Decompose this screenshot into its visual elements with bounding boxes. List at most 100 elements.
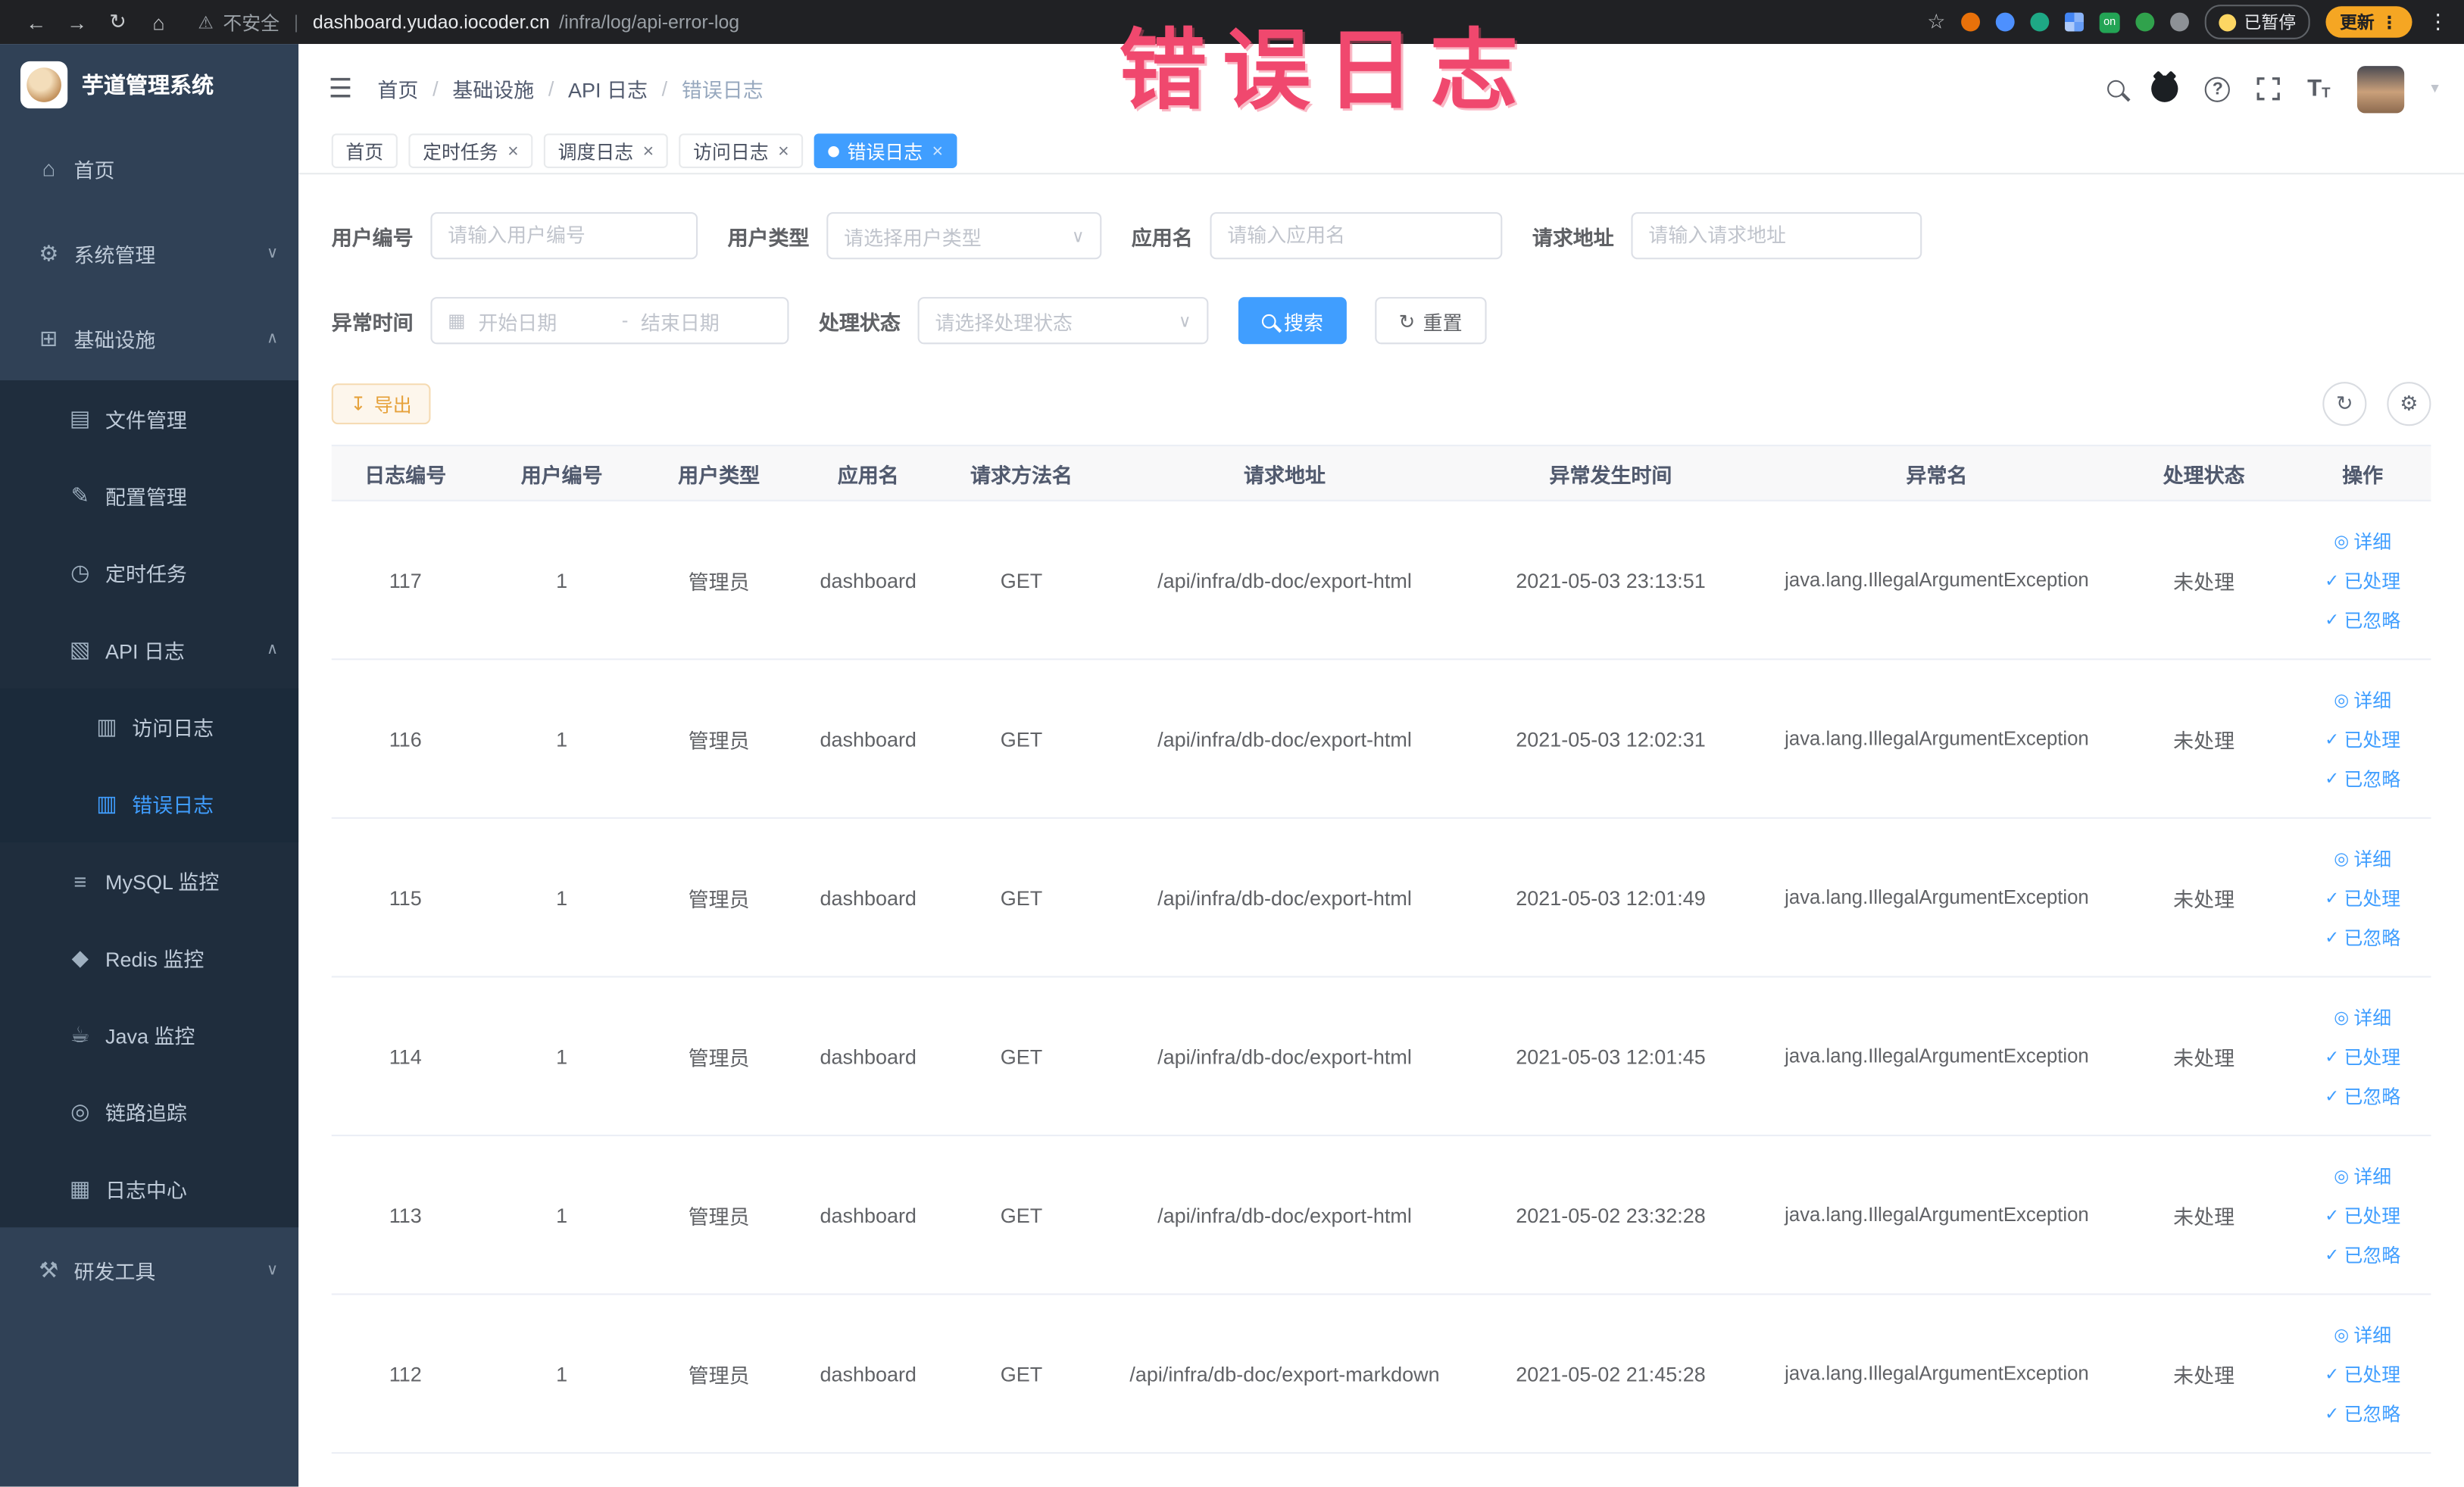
process-status-label: 处理状态 (818, 310, 901, 334)
request-url-input[interactable] (1631, 212, 1922, 260)
extension-paw-icon[interactable] (2170, 12, 2189, 32)
extension-on-icon[interactable]: on (2099, 11, 2120, 33)
tab-close-icon[interactable]: × (778, 140, 789, 162)
sidebar-item-infrastructure[interactable]: ⊞ 基础设施 ∧ (0, 295, 298, 380)
user-type-cell: 管理员 (688, 887, 750, 911)
address-bar[interactable]: ⚠ 不安全 | dashboard.yudao.iocoder.cn/infra… (198, 8, 739, 35)
page-tab[interactable]: 定时任务 × (408, 133, 533, 168)
sidebar-collapse-icon[interactable]: ☰ (329, 73, 353, 104)
sidebar-item-file-mgmt[interactable]: ▤ 文件管理 (0, 380, 298, 458)
sidebar-item-access-log[interactable]: ▥ 访问日志 (0, 689, 298, 766)
browser-menu-icon[interactable]: ⋮ (2428, 9, 2448, 34)
page-tab[interactable]: 调度日志 × (543, 133, 668, 168)
mark-ignored-link[interactable]: ✓ 已忽略 (2325, 923, 2400, 950)
eye-icon: ◎ (2334, 690, 2350, 710)
mark-processed-link[interactable]: ✓ 已处理 (2325, 1201, 2400, 1228)
exception-time-cell: 2021-05-03 12:02:31 (1516, 726, 1706, 751)
mark-ignored-link[interactable]: ✓ 已忽略 (2325, 1399, 2400, 1426)
table-toolbar: ↧ 导出 ↻ ⚙ (331, 382, 2431, 426)
database-icon: ≡ (73, 868, 87, 894)
sidebar-item-api-logs[interactable]: ▧ API 日志 ∧ (0, 611, 298, 689)
detail-link[interactable]: ◎ 详细 (2334, 1162, 2391, 1189)
column-settings-button[interactable]: ⚙ (2387, 382, 2431, 426)
sidebar-item-cron-jobs[interactable]: ◷ 定时任务 (0, 534, 298, 611)
detail-link[interactable]: ◎ 详细 (2334, 1004, 2391, 1030)
sidebar-item-dev-tools[interactable]: ⚒ 研发工具 ∨ (0, 1227, 298, 1312)
extension-icon[interactable] (2030, 12, 2050, 32)
app-name-input[interactable] (1210, 212, 1503, 260)
fullscreen-icon[interactable] (2257, 77, 2281, 101)
check-icon: ✓ (2325, 1047, 2340, 1067)
eye-icon: ◎ (2334, 1325, 2350, 1345)
app-name-label: 应用名 (1131, 225, 1193, 249)
mark-processed-link[interactable]: ✓ 已处理 (2325, 567, 2400, 593)
breadcrumb-item[interactable]: 基础设施 (452, 74, 534, 104)
process-status-select[interactable]: 请选择处理状态 ∨ (917, 297, 1209, 345)
extension-grid-icon[interactable] (2065, 12, 2084, 32)
mark-processed-link[interactable]: ✓ 已处理 (2325, 1043, 2400, 1070)
error-log-table: 日志编号 用户编号 用户类型 应用名 请求方法名 请求地址 异常发生时间 异常名… (331, 445, 2431, 1454)
font-size-icon[interactable]: TT (2307, 77, 2330, 101)
search-icon[interactable] (2107, 80, 2125, 98)
sidebar-item-mysql-monitor[interactable]: ≡ MySQL 监控 (0, 842, 298, 920)
extension-icon[interactable] (1995, 12, 2015, 32)
sidebar-item-error-log[interactable]: ▥ 错误日志 (0, 765, 298, 842)
breadcrumb-item[interactable]: 首页 (377, 74, 418, 104)
exception-time-label: 异常时间 (331, 310, 414, 334)
method-cell: GET (1000, 567, 1043, 592)
browser-chrome: ← → ↻ ⌂ ⚠ 不安全 | dashboard.yudao.iocoder.… (0, 0, 2464, 45)
sidebar-item-home[interactable]: ⌂ 首页 (0, 126, 298, 211)
user-type-cell: 管理员 (688, 1045, 750, 1070)
extension-icon[interactable] (1961, 12, 1981, 32)
mark-ignored-link[interactable]: ✓ 已忽略 (2325, 1241, 2400, 1267)
back-icon[interactable]: ← (16, 10, 57, 33)
sidebar-item-tracing[interactable]: ◎ 链路追踪 (0, 1073, 298, 1151)
logo-image (20, 61, 68, 109)
extension-leaf-icon[interactable] (2135, 12, 2155, 32)
request-url-cell: /api/infra/db-doc/export-html (1157, 1203, 1412, 1227)
sidebar-item-java-monitor[interactable]: ☕ Java 监控 (0, 996, 298, 1073)
mark-processed-link[interactable]: ✓ 已处理 (2325, 884, 2400, 911)
user-id-input[interactable] (430, 212, 698, 260)
forward-icon[interactable]: → (57, 10, 98, 33)
browser-update-button[interactable]: 更新 ⋮ (2325, 6, 2412, 38)
page-tab[interactable]: 首页 × (331, 133, 398, 168)
eye-icon: ◎ (2334, 1167, 2350, 1186)
github-icon[interactable] (2151, 75, 2179, 102)
detail-link[interactable]: ◎ 详细 (2334, 845, 2391, 871)
sidebar-item-log-center[interactable]: ▦ 日志中心 (0, 1151, 298, 1228)
tab-close-icon[interactable]: × (643, 140, 654, 162)
reset-button[interactable]: ↻ 重置 (1375, 297, 1486, 345)
sidebar-item-system-mgmt[interactable]: ⚙ 系统管理 ∨ (0, 211, 298, 295)
refresh-button[interactable]: ↻ (2322, 382, 2367, 426)
mark-ignored-link[interactable]: ✓ 已忽略 (2325, 606, 2400, 633)
page-tab[interactable]: 错误日志 × (814, 133, 957, 168)
date-range-picker[interactable]: ▦ 开始日期 - 结束日期 (430, 297, 789, 345)
avatar[interactable] (2356, 65, 2405, 113)
export-button[interactable]: ↧ 导出 (331, 383, 431, 425)
browser-home-icon[interactable]: ⌂ (139, 10, 180, 33)
avatar-caret-icon[interactable]: ▾ (2431, 80, 2438, 98)
sidebar-item-redis-monitor[interactable]: ◆ Redis 监控 (0, 920, 298, 997)
help-icon[interactable]: ? (2205, 76, 2231, 102)
mark-processed-link[interactable]: ✓ 已处理 (2325, 725, 2400, 751)
page-tab[interactable]: 访问日志 × (679, 133, 804, 168)
exception-time-cell: 2021-05-02 21:45:28 (1516, 1361, 1706, 1385)
detail-link[interactable]: ◎ 详细 (2334, 686, 2391, 713)
user-type-select[interactable]: 请选择用户类型 ∨ (826, 212, 1102, 260)
detail-link[interactable]: ◎ 详细 (2334, 527, 2391, 554)
sidebar-item-config-mgmt[interactable]: ✎ 配置管理 (0, 458, 298, 535)
mark-ignored-link[interactable]: ✓ 已忽略 (2325, 1082, 2400, 1108)
detail-link[interactable]: ◎ 详细 (2334, 1321, 2391, 1348)
active-dot-icon (828, 145, 840, 157)
breadcrumb-item[interactable]: API 日志 (568, 74, 648, 104)
bookmark-star-icon[interactable]: ☆ (1927, 9, 1945, 34)
paused-extension-badge[interactable]: 已暂停 (2204, 5, 2310, 39)
mark-ignored-link[interactable]: ✓ 已忽略 (2325, 764, 2400, 791)
search-button[interactable]: 搜索 (1238, 297, 1348, 345)
tab-close-icon[interactable]: × (507, 140, 519, 162)
mark-processed-link[interactable]: ✓ 已处理 (2325, 1360, 2400, 1387)
status-cell: 未处理 (2173, 887, 2235, 911)
reload-icon[interactable]: ↻ (98, 9, 139, 34)
tab-close-icon[interactable]: × (932, 140, 944, 162)
